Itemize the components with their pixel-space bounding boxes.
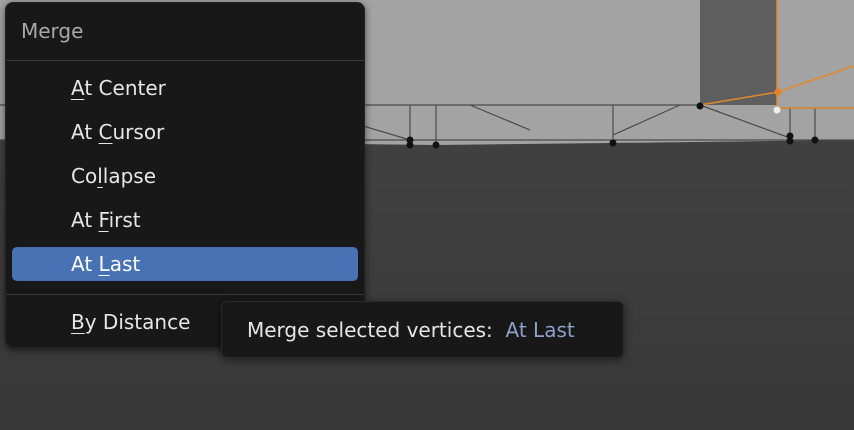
mesh-box-face xyxy=(700,0,777,105)
menu-separator xyxy=(6,294,364,295)
selected-vertex xyxy=(774,88,782,96)
menu-item-at-last[interactable]: At Last xyxy=(12,247,358,281)
merge-menu: Merge At Center At Cursor Collapse At Fi… xyxy=(5,2,365,348)
tooltip-value: At Last xyxy=(505,318,575,342)
menu-title: Merge xyxy=(21,19,84,43)
active-vertex xyxy=(773,106,781,114)
menu-item-at-center[interactable]: At Center xyxy=(12,71,358,105)
tooltip-text: Merge selected vertices: At Last xyxy=(247,318,575,342)
menu-item-label: At Center xyxy=(71,76,166,100)
menu-separator xyxy=(6,60,364,61)
menu-item-label: Collapse xyxy=(71,164,156,188)
menu-item-collapse[interactable]: Collapse xyxy=(12,159,358,193)
menu-item-label: By Distance xyxy=(71,310,191,334)
menu-item-at-first[interactable]: At First xyxy=(12,203,358,237)
menu-item-label: At Last xyxy=(71,252,141,276)
menu-item-label: At First xyxy=(71,208,141,232)
menu-item-at-cursor[interactable]: At Cursor xyxy=(12,115,358,149)
tooltip: Merge selected vertices: At Last xyxy=(221,301,624,358)
menu-item-label: At Cursor xyxy=(71,120,165,144)
